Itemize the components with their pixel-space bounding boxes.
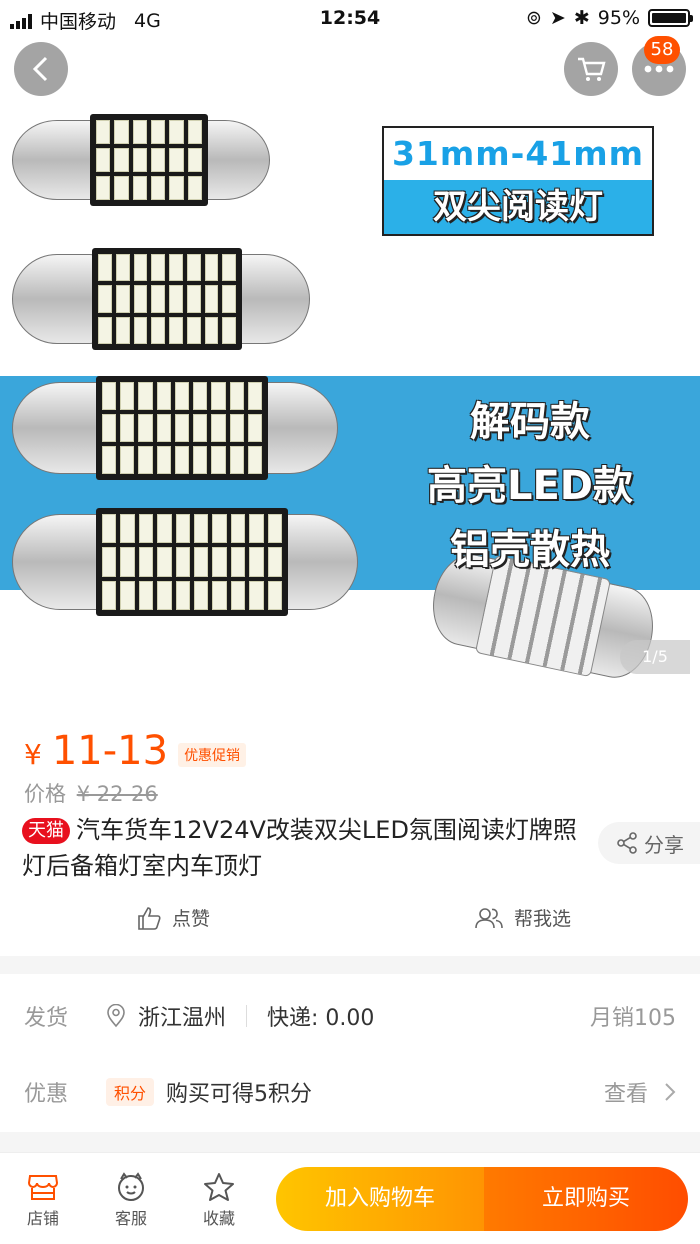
product-image-carousel[interactable]: 31mm-41mm 双尖阅读灯 解码款 高亮LED款 铝壳散热 [0, 36, 700, 690]
like-button[interactable]: 点赞 [136, 904, 210, 931]
reading-lamp-text: 双尖阅读灯 [384, 180, 652, 234]
bottom-action-bar: 店铺 客服 收藏 加入购物车 立即购买 [0, 1152, 700, 1244]
monthly-sales: 月销105 [590, 1006, 676, 1031]
chevron-left-icon [32, 56, 48, 82]
tab-store[interactable]: 店铺 [8, 1169, 78, 1229]
customer-service-icon [118, 1172, 144, 1201]
express-fee: 快递: 0.00 [267, 1006, 375, 1031]
orientation-lock-icon: ⊚ [526, 7, 542, 29]
cart-button[interactable] [564, 42, 618, 96]
section-divider [0, 1132, 700, 1152]
promotion-label: 优惠 [24, 1082, 69, 1107]
cart-icon [578, 57, 606, 81]
tab-label: 客服 [114, 1209, 147, 1228]
social-actions: 点赞 帮我选 [0, 900, 700, 940]
people-icon [475, 907, 503, 928]
bulb-image-1 [12, 114, 270, 206]
star-icon [204, 1173, 234, 1201]
thumbs-up-icon [138, 906, 161, 930]
separator [246, 1005, 248, 1027]
original-price-label: 价格 [24, 782, 66, 806]
bulb-image-2 [12, 248, 310, 350]
feature-line: 解码款 [470, 399, 590, 445]
original-price: 价格 ¥ 22-26 [24, 778, 158, 808]
promo-tag: 优惠促销 [178, 743, 247, 767]
original-price-value: ¥ 22-26 [76, 782, 158, 806]
shipping-label: 发货 [24, 1006, 69, 1031]
share-button[interactable]: 分享 [598, 822, 700, 864]
share-label: 分享 [644, 832, 684, 857]
battery-percent: 95% [597, 7, 640, 29]
bulb-image-4 [12, 508, 358, 616]
promotion-row[interactable]: 优惠 积分 购买可得5积分 查看 [0, 1052, 700, 1126]
tab-favorite[interactable]: 收藏 [184, 1169, 254, 1229]
chevron-right-icon [665, 1083, 676, 1101]
points-tag: 积分 [106, 1078, 155, 1106]
battery-icon [648, 9, 693, 27]
size-range-text: 31mm-41mm [391, 134, 645, 173]
size-promo-box: 31mm-41mm 双尖阅读灯 [382, 126, 654, 236]
help-choose-label: 帮我选 [514, 908, 572, 930]
status-bar: 中国移动 4G 12:54 ⊚ ➤ ✱ 95% [0, 0, 700, 36]
location-icon: ➤ [549, 7, 566, 29]
bluetooth-icon: ✱ [573, 7, 590, 29]
help-choose-button[interactable]: 帮我选 [474, 904, 571, 931]
product-title-text: 汽车货车12V24V改装双尖LED氛围阅读灯牌照灯后备箱灯室内车顶灯 [22, 816, 577, 880]
feature-list: 解码款 高亮LED款 铝壳散热 [400, 390, 660, 582]
shipping-row: 发货 浙江温州 快递: 0.00 月销105 [0, 976, 700, 1050]
tmall-badge: 天猫 [22, 818, 70, 844]
like-label: 点赞 [172, 908, 211, 930]
tab-label: 店铺 [26, 1209, 59, 1228]
feature-line: 铝壳散热 [450, 527, 610, 573]
notification-badge: 58 [644, 36, 680, 64]
add-to-cart-button[interactable]: 加入购物车 [276, 1167, 484, 1231]
ship-location: 浙江温州 [138, 1006, 227, 1031]
bulb-image-3 [12, 376, 338, 480]
points-text: 购买可得5积分 [166, 1082, 313, 1107]
more-dots-icon [644, 65, 674, 73]
share-icon [617, 832, 637, 854]
page-indicator: 1/5 [620, 640, 690, 674]
tab-label: 收藏 [202, 1209, 235, 1228]
section-divider [0, 956, 700, 974]
back-button[interactable] [14, 42, 68, 96]
price-currency: ¥ [24, 738, 42, 771]
product-title: 天猫 汽车货车12V24V改装双尖LED氛围阅读灯牌照灯后备箱灯室内车顶灯 [22, 812, 582, 884]
store-icon [27, 1175, 59, 1200]
tab-customer-service[interactable]: 客服 [96, 1169, 166, 1229]
price-section: ¥ 11-13 优惠促销 [24, 728, 247, 774]
view-label[interactable]: 查看 [604, 1076, 648, 1108]
buy-now-button[interactable]: 立即购买 [484, 1167, 688, 1231]
location-pin-icon [107, 1004, 125, 1028]
price-range: 11-13 [51, 728, 169, 774]
feature-line: 高亮LED款 [426, 463, 633, 509]
